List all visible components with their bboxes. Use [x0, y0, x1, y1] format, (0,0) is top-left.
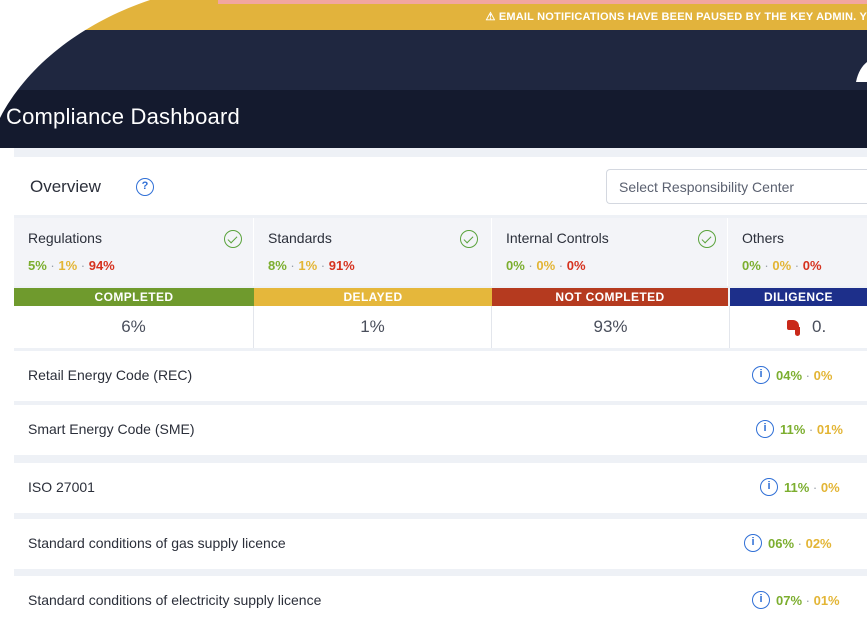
status-not-completed: NOT COMPLETED: [492, 288, 728, 306]
info-icon[interactable]: i: [760, 478, 778, 496]
dashboard-screen: ⚠ EMAIL NOTIFICATIONS HAVE BEEN PAUSED B…: [0, 0, 867, 622]
delayed-percentage: 1%: [254, 306, 492, 348]
check-circle-icon: [224, 230, 242, 248]
item-label: Retail Energy Code (REC): [28, 367, 193, 383]
item-stats: 11% · 0%: [784, 480, 840, 495]
list-item[interactable]: Smart Energy Code (SME) i 11% · 01%: [14, 405, 867, 455]
list-item[interactable]: ISO 27001 i 11% · 0%: [14, 463, 867, 513]
info-icon[interactable]: i: [744, 534, 762, 552]
status-delayed: DELAYED: [254, 288, 492, 306]
list-item[interactable]: Standard conditions of electricity suppl…: [14, 576, 867, 622]
category-label: Regulations: [28, 230, 102, 246]
status-completed: COMPLETED: [14, 288, 254, 306]
item-stats: 07% · 01%: [776, 593, 840, 608]
category-label: Internal Controls: [506, 230, 609, 246]
category-stats: 0% · 0% · 0%: [742, 258, 822, 273]
info-icon[interactable]: i: [756, 420, 774, 438]
status-diligence: DILIGENCE: [730, 288, 867, 306]
not-completed-percentage: 93%: [492, 306, 730, 348]
category-card-standards[interactable]: Standards 8% · 1% · 91%: [254, 218, 492, 286]
category-card-others[interactable]: Others 0% · 0% · 0%: [728, 218, 867, 286]
completed-percentage: 6%: [14, 306, 254, 348]
info-icon[interactable]: i: [752, 591, 770, 609]
item-label: Standard conditions of electricity suppl…: [28, 592, 322, 608]
thumbs-down-icon: [786, 319, 806, 337]
overview-title: Overview: [30, 177, 101, 196]
diligence-percentage: 0.: [730, 306, 867, 348]
top-navbar: [0, 30, 867, 90]
category-stats: 0% · 0% · 0%: [506, 258, 586, 273]
responsibility-center-select[interactable]: Select Responsibility Center: [606, 169, 867, 204]
help-icon[interactable]: ?: [136, 178, 154, 196]
category-label: Others: [742, 230, 785, 246]
banner-accent-strip: [218, 0, 867, 4]
check-circle-icon: [698, 230, 716, 248]
category-card-internal-controls[interactable]: Internal Controls 0% · 0% · 0%: [492, 218, 728, 286]
item-stats: 04% · 0%: [776, 368, 833, 383]
banner-message: ⚠ EMAIL NOTIFICATIONS HAVE BEEN PAUSED B…: [485, 11, 867, 23]
item-stats: 11% · 01%: [780, 422, 843, 437]
category-label: Standards: [268, 230, 332, 246]
item-stats: 06% · 02%: [768, 536, 832, 551]
item-label: Smart Energy Code (SME): [28, 421, 195, 437]
check-circle-icon: [460, 230, 478, 248]
page-title: Compliance Dashboard: [6, 104, 240, 129]
category-stats: 5% · 1% · 94%: [28, 258, 115, 273]
item-label: Standard conditions of gas supply licenc…: [28, 535, 286, 551]
category-stats: 8% · 1% · 91%: [268, 258, 355, 273]
list-item[interactable]: Standard conditions of gas supply licenc…: [14, 519, 867, 569]
item-label: ISO 27001: [28, 479, 95, 495]
notification-banner: ⚠ EMAIL NOTIFICATIONS HAVE BEEN PAUSED B…: [0, 0, 867, 30]
list-item[interactable]: Retail Energy Code (REC) i 04% · 0%: [14, 351, 867, 401]
info-icon[interactable]: i: [752, 366, 770, 384]
category-card-regulations[interactable]: Regulations 5% · 1% · 94%: [14, 218, 254, 286]
